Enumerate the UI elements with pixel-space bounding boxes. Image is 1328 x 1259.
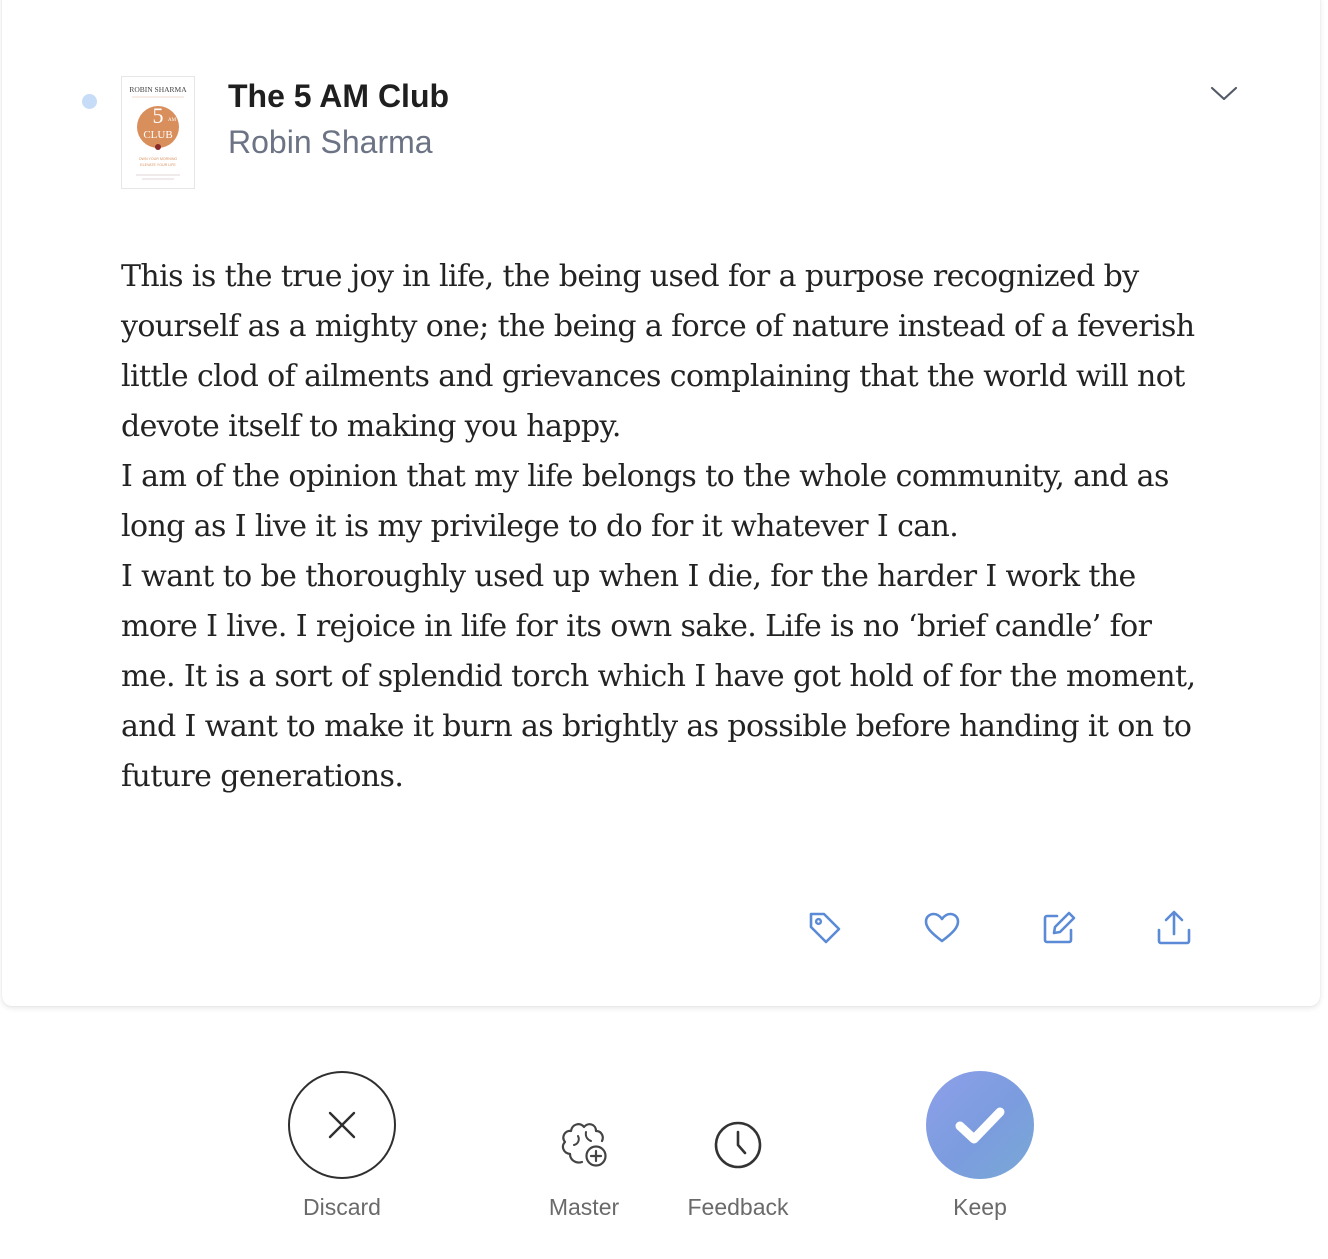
discard-button[interactable]	[288, 1071, 396, 1179]
book-title: The 5 AM Club	[228, 78, 450, 114]
cover-club-text: CLUB	[143, 129, 172, 141]
cover-author-text: ROBIN SHARMA	[129, 85, 187, 94]
clock-icon	[714, 1121, 762, 1169]
discard-label: Discard	[303, 1194, 381, 1220]
keep-button[interactable]	[926, 1071, 1034, 1179]
cover-am-text: AM	[168, 118, 177, 123]
close-icon	[328, 1111, 356, 1139]
cover-tagline-1: OWN YOUR MORNING	[139, 157, 178, 161]
master-label: Master	[548, 1194, 620, 1220]
edit-icon[interactable]	[1039, 908, 1079, 948]
book-author: Robin Sharma	[228, 124, 433, 160]
highlight-quote-text: This is the true joy in life, the being …	[121, 252, 1211, 802]
book-cover-image: ROBIN SHARMA 5 AM CLUB OWN YOUR MORNING …	[121, 76, 195, 189]
chevron-down-icon[interactable]	[1206, 78, 1242, 108]
feedback-label: Feedback	[687, 1194, 789, 1220]
checkmark-icon	[955, 1107, 1005, 1144]
heart-icon[interactable]	[922, 908, 962, 948]
unread-indicator	[82, 94, 97, 109]
feedback-button[interactable]	[712, 1119, 764, 1171]
keep-label: Keep	[953, 1194, 1007, 1220]
master-button[interactable]	[558, 1118, 612, 1172]
quote-paragraph: I am of the opinion that my life belongs…	[121, 459, 1169, 544]
share-icon[interactable]	[1154, 908, 1194, 948]
cover-tagline-2: ELEVATE YOUR LIFE	[140, 163, 176, 167]
tag-icon[interactable]	[805, 908, 845, 948]
quote-paragraph: This is the true joy in life, the being …	[121, 259, 1195, 444]
brain-plus-icon	[561, 1123, 607, 1167]
quote-paragraph: I want to be thoroughly used up when I d…	[121, 559, 1196, 794]
cover-number-text: 5	[153, 103, 164, 128]
